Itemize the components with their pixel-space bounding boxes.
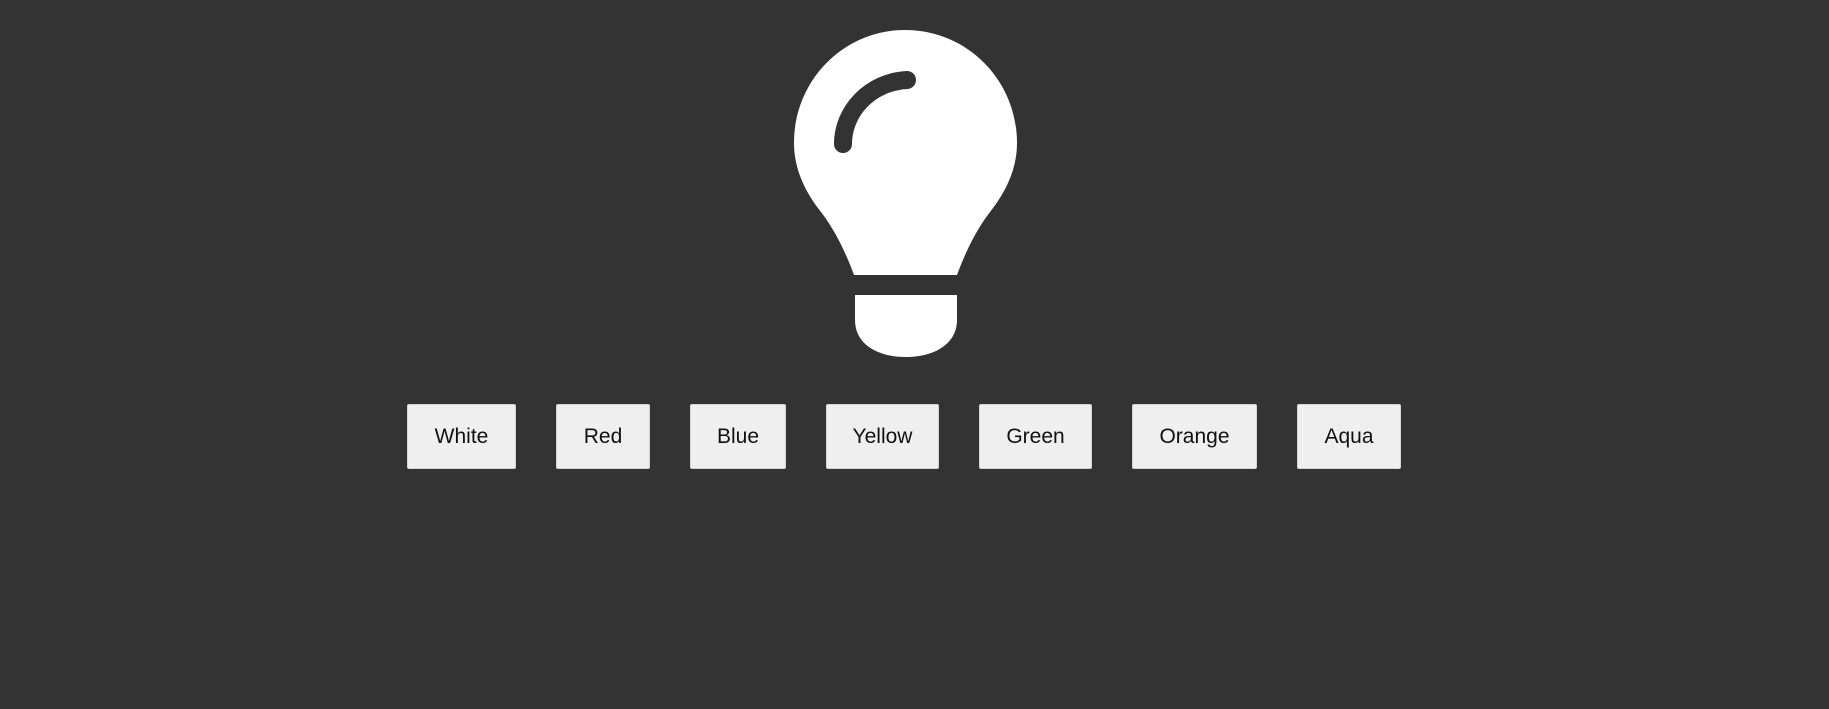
yellow-button[interactable]: Yellow: [826, 404, 939, 469]
red-button[interactable]: Red: [556, 404, 650, 469]
page: White Red Blue Yellow Green Orange Aqua: [0, 0, 1829, 709]
bulb-glass: [794, 30, 1017, 275]
color-button-row: White Red Blue Yellow Green Orange Aqua: [407, 404, 1401, 469]
lightbulb-icon: [792, 30, 1019, 357]
bulb-base: [855, 295, 957, 357]
green-button[interactable]: Green: [979, 404, 1092, 469]
white-button[interactable]: White: [407, 404, 516, 469]
orange-button[interactable]: Orange: [1132, 404, 1257, 469]
blue-button[interactable]: Blue: [690, 404, 786, 469]
aqua-button[interactable]: Aqua: [1297, 404, 1401, 469]
